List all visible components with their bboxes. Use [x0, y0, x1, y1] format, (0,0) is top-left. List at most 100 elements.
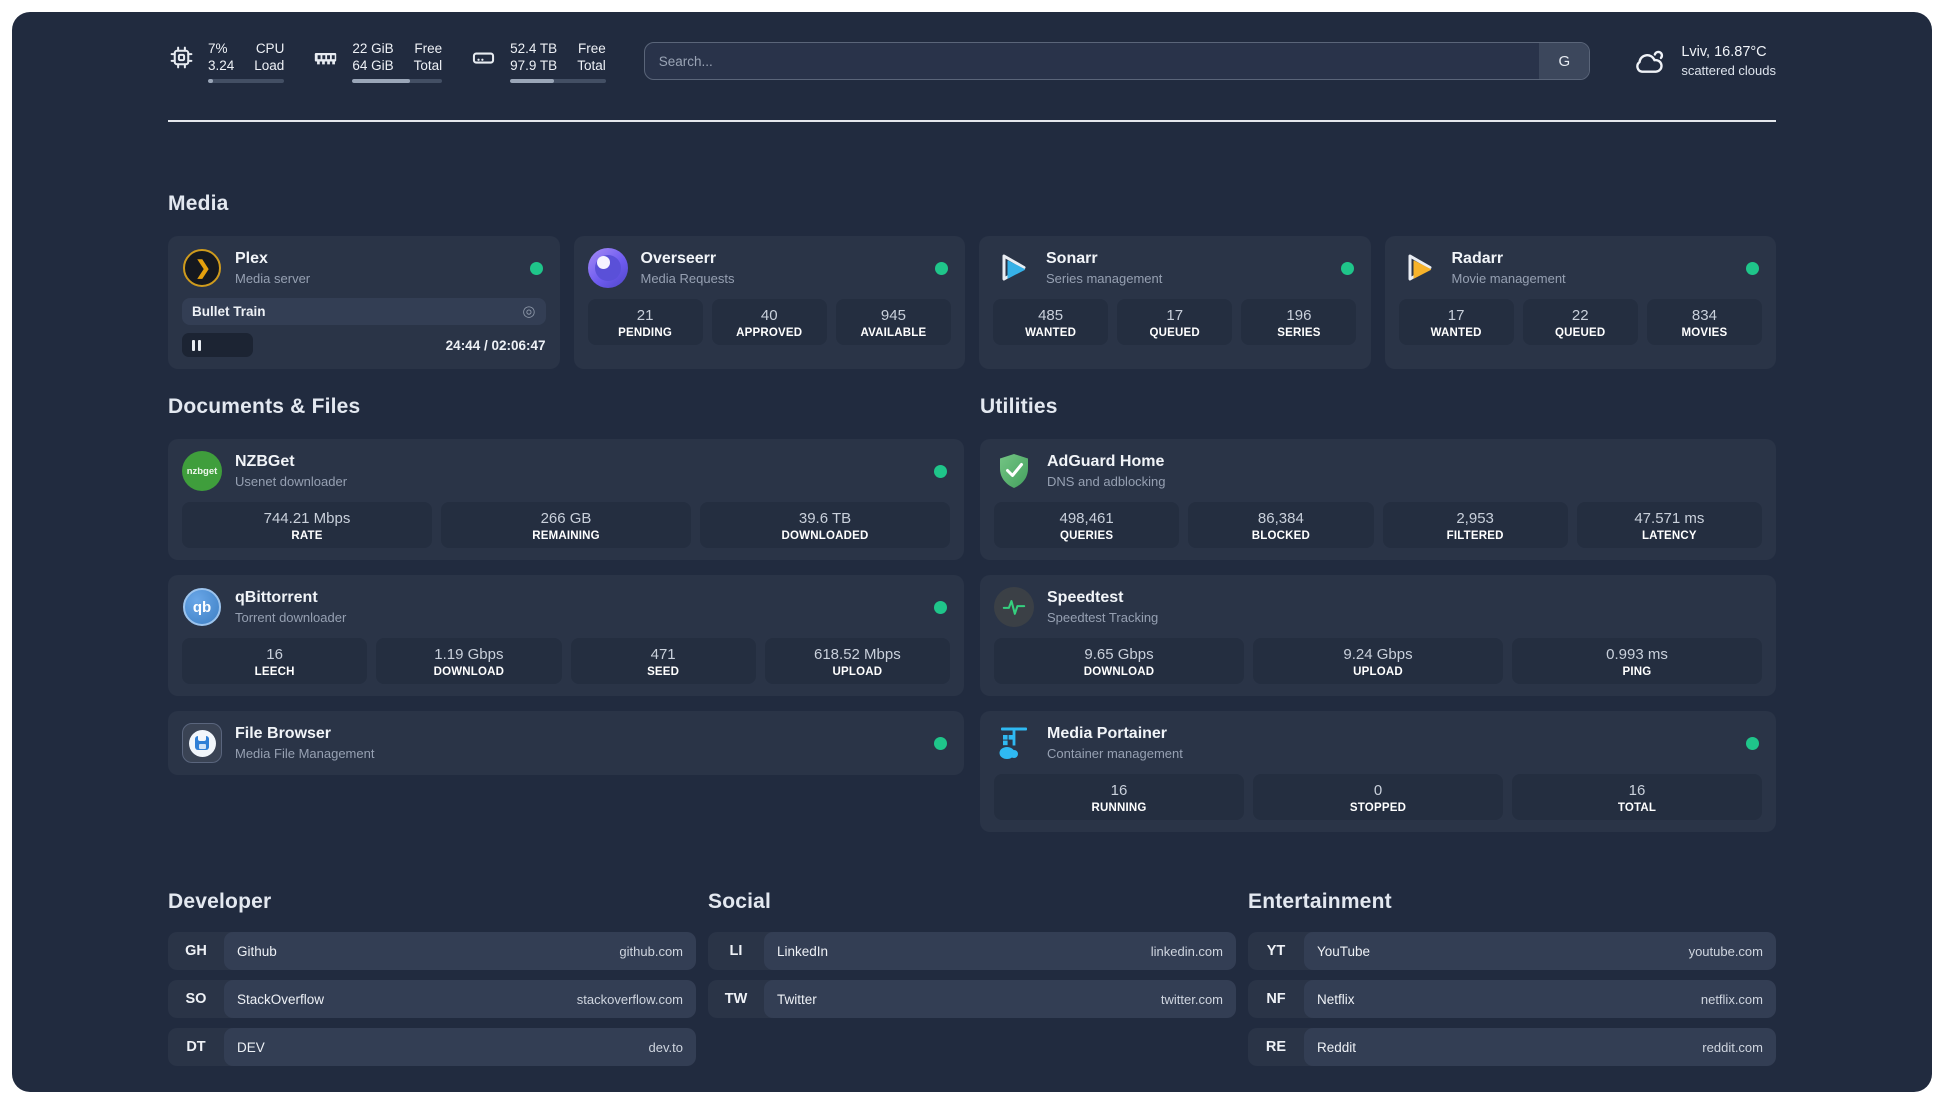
app-card-filebrowser[interactable]: File Browser Media File Management: [168, 711, 964, 775]
memory-total: 64 GiB: [352, 57, 394, 73]
status-online-dot: [529, 261, 543, 275]
app-card-radarr[interactable]: Radarr Movie management 17 WANTED 22 QUEUE…: [1384, 236, 1776, 369]
links-developer: Developer GH Github github.com SO StackOv…: [168, 890, 696, 1076]
section-title-developer: Developer: [168, 890, 272, 913]
link-url: stackoverflow.com: [576, 991, 683, 1007]
link-abbr: YT: [1266, 943, 1286, 959]
stat-box: 21 PENDING: [587, 299, 703, 345]
link-name: Netflix: [1317, 991, 1355, 1007]
link-abbr: DT: [186, 1039, 206, 1055]
media-grid: ❯ Plex Media server Bullet Train ◎ 24:44…: [168, 236, 1776, 369]
stat-box: 945 AVAILABLE: [835, 299, 951, 345]
utilities-column: Utilities AdGuard Home DNS and adblockin…: [980, 395, 1776, 832]
link-item-dev[interactable]: DT DEV dev.to: [168, 1028, 696, 1066]
link-abbr: RE: [1265, 1039, 1287, 1055]
documents-column: Documents & Files nzbget NZBGet Usenet d…: [168, 395, 964, 832]
link-item-twitter[interactable]: TW Twitter twitter.com: [708, 980, 1236, 1018]
cloud-icon: [1636, 50, 1664, 73]
cpu-icon: [170, 46, 193, 68]
link-item-reddit[interactable]: RE Reddit reddit.com: [1248, 1028, 1776, 1066]
overseerr-icon: [587, 248, 628, 288]
link-abbr: TW: [724, 991, 748, 1007]
status-online-dot: [934, 736, 947, 750]
app-description: DNS and adblocking: [1047, 474, 1166, 489]
stat-box: 196 SERIES: [1241, 299, 1357, 345]
qbittorrent-icon: qb: [182, 587, 222, 627]
link-name: Github: [237, 943, 277, 959]
memory-stat: 22 GiB Free 64 GiB Total: [312, 40, 443, 83]
app-description: Container management: [1047, 746, 1183, 761]
link-abbr: GH: [185, 943, 207, 959]
app-description: Series management: [1046, 271, 1163, 286]
app-card-speedtest[interactable]: Speedtest Speedtest Tracking 9.65 Gbps DO…: [980, 575, 1776, 696]
link-item-github[interactable]: GH Github github.com: [168, 932, 696, 970]
portainer-icon: [994, 723, 1034, 763]
cpu-progress-fill: [208, 78, 214, 83]
player-time: 24:44 / 02:06:47: [445, 337, 546, 353]
app-card-qbittorrent[interactable]: qb qBittorrent Torrent downloader 16 LEEC…: [168, 575, 964, 696]
memory-progress-fill: [352, 78, 410, 83]
app-card-adguard[interactable]: AdGuard Home DNS and adblocking 498,461 Q…: [980, 439, 1776, 560]
stat-box: 16 TOTAL: [1512, 774, 1762, 820]
link-url: youtube.com: [1688, 943, 1763, 959]
app-card-overseerr[interactable]: Overseerr Media Requests 21 PENDING 40 APP…: [573, 236, 965, 369]
stat-box: 2,953 FILTERED: [1382, 502, 1568, 548]
link-item-netflix[interactable]: NF Netflix netflix.com: [1248, 980, 1776, 1018]
link-item-stackoverflow[interactable]: SO StackOverflow stackoverflow.com: [168, 980, 696, 1018]
section-title-documents: Documents & Files: [168, 395, 361, 418]
disk-progress-bar: [510, 78, 606, 83]
link-url: reddit.com: [1702, 1039, 1763, 1055]
link-url: github.com: [619, 943, 683, 959]
links-social: Social LI LinkedIn linkedin.com TW Twitte…: [708, 890, 1236, 1076]
status-online-dot: [934, 464, 947, 478]
link-url: linkedin.com: [1150, 943, 1223, 959]
link-name: Twitter: [777, 991, 817, 1007]
weather-widget: Lviv, 16.87°C scattered clouds: [1632, 43, 1776, 79]
pause-icon[interactable]: [192, 339, 201, 351]
section-title-social: Social: [708, 890, 772, 913]
speedtest-icon: [994, 587, 1034, 627]
plex-icon: ❯: [182, 248, 222, 288]
link-item-youtube[interactable]: YT YouTube youtube.com: [1248, 932, 1776, 970]
status-online-dot: [1746, 261, 1759, 275]
section-title-entertainment: Entertainment: [1248, 890, 1392, 913]
app-card-portainer[interactable]: Media Portainer Container management 16 R…: [980, 711, 1776, 832]
stat-box: 834 MOVIES: [1646, 299, 1762, 345]
section-title-utilities: Utilities: [980, 395, 1058, 418]
stat-box: 86,384 BLOCKED: [1188, 502, 1374, 548]
search-input[interactable]: [644, 53, 1540, 69]
app-name: qBittorrent: [235, 589, 318, 606]
link-name: Reddit: [1317, 1039, 1357, 1055]
link-name: DEV: [237, 1039, 265, 1055]
stat-box: 17 QUEUED: [1117, 299, 1233, 345]
cpu-usage: 7%: [208, 40, 228, 56]
stat-box: 17 WANTED: [1398, 299, 1514, 345]
stat-box: 40 APPROVED: [711, 299, 827, 345]
header-divider: [168, 120, 1776, 122]
stat-box: 39.6 TB DOWNLOADED: [700, 502, 950, 548]
stat-box: 9.24 Gbps UPLOAD: [1253, 638, 1503, 684]
memory-progress-bar: [352, 78, 443, 83]
link-url: twitter.com: [1160, 991, 1223, 1007]
adguard-icon: [994, 451, 1034, 491]
app-name: Overseerr: [640, 250, 717, 267]
stat-box: 744.21 Mbps RATE: [182, 502, 432, 548]
link-item-linkedin[interactable]: LI LinkedIn linkedin.com: [708, 932, 1236, 970]
app-card-nzbget[interactable]: nzbget NZBGet Usenet downloader 744.21 M…: [168, 439, 964, 560]
search-engine-button[interactable]: G: [1539, 43, 1590, 79]
link-abbr: LI: [729, 943, 743, 959]
app-card-sonarr[interactable]: Sonarr Series management 485 WANTED 17 QUE…: [979, 236, 1371, 369]
cpu-progress-bar: [208, 78, 285, 83]
radarr-icon: [1399, 248, 1439, 288]
nzbget-icon: nzbget: [182, 451, 222, 491]
app-description: Media File Management: [235, 746, 375, 761]
sonarr-icon: [993, 248, 1033, 288]
status-online-dot: [1746, 736, 1759, 750]
app-card-plex[interactable]: ❯ Plex Media server Bullet Train ◎ 24:44…: [168, 236, 560, 369]
memory-free-label: Free: [414, 40, 443, 56]
disk-free-label: Free: [577, 40, 606, 56]
link-name: LinkedIn: [777, 943, 829, 959]
app-name: Sonarr: [1046, 250, 1098, 267]
section-title-media: Media: [168, 192, 229, 215]
now-playing-row: Bullet Train ◎: [182, 298, 546, 325]
